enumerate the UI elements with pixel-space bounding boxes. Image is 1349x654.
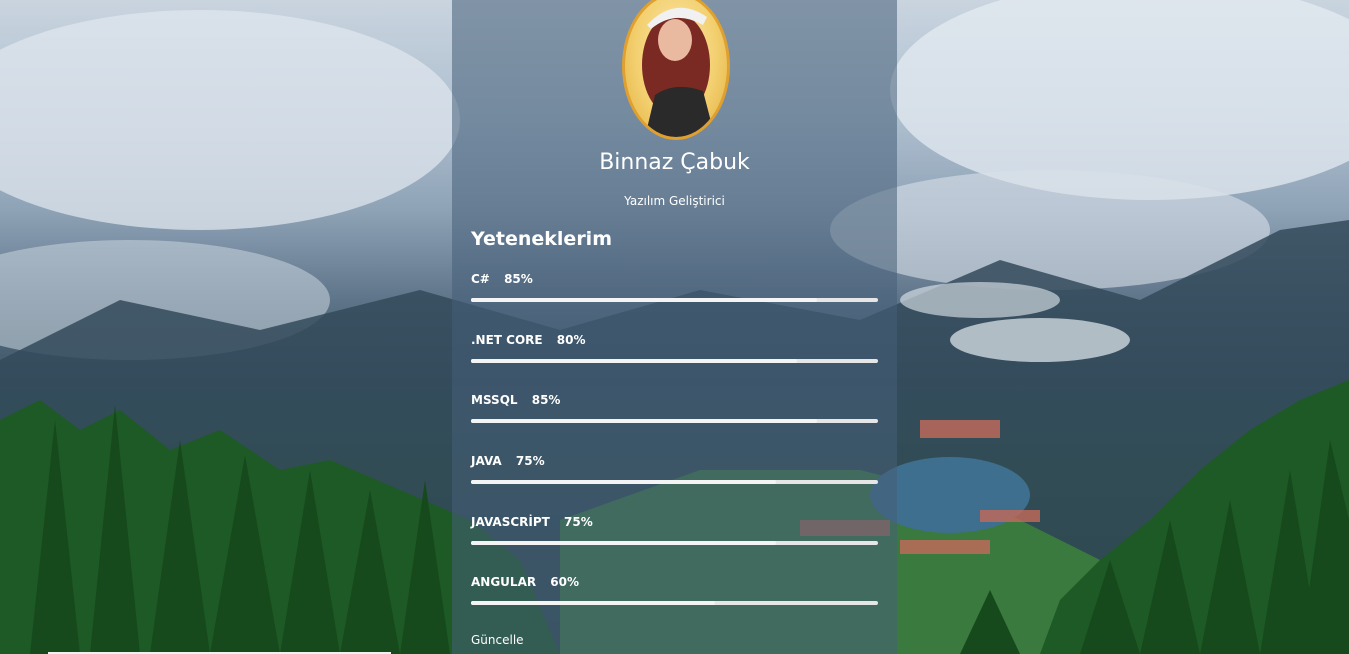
skill-percent: 75% (564, 515, 593, 529)
profile-role: Yazılım Geliştirici (624, 194, 725, 208)
skill-progress-fill (471, 419, 817, 423)
skill-progress-fill (471, 541, 777, 545)
skill-label: ANGULAR (471, 575, 537, 589)
skill-progress-bar (471, 541, 878, 545)
skill-progress-fill (471, 298, 817, 302)
skill-progress-bar (471, 601, 878, 605)
skill-percent: 85% (504, 272, 533, 286)
skills-title: Yeteneklerim (471, 228, 612, 250)
skill-percent: 60% (550, 575, 580, 589)
skill-label: MSSQL (471, 393, 518, 407)
skill-label: JAVA (471, 454, 502, 468)
skill-progress-fill (471, 359, 797, 363)
skill-progress-bar (471, 480, 878, 484)
skill-label: JAVASCRİPT (471, 515, 550, 529)
skill-label: .NET CORE (471, 333, 543, 347)
skill-item-net-core: .NET CORE 80% (471, 333, 878, 373)
skill-item-angular: ANGULAR 60% (471, 575, 878, 615)
profile-card: Binnaz Çabuk Yazılım Geliştirici Yetenek… (452, 0, 897, 654)
skill-progress-bar (471, 359, 878, 363)
skill-item-java: JAVA 75% (471, 454, 878, 494)
skill-label: C# (471, 272, 490, 286)
skill-percent: 75% (515, 454, 545, 468)
avatar (622, 0, 730, 140)
skill-percent: 85% (531, 393, 561, 407)
skill-progress-bar (471, 298, 878, 302)
profile-name: Binnaz Çabuk (599, 150, 750, 175)
skill-progress-fill (471, 480, 777, 484)
skill-progress-fill (471, 601, 716, 605)
skill-percent: 80% (556, 333, 586, 347)
skill-progress-bar (471, 419, 878, 423)
skill-item-mssql: MSSQL 85% (471, 393, 878, 433)
skill-item-javascript: JAVASCRİPT 75% (471, 515, 878, 555)
skill-item-csharp: C# 85% (471, 272, 878, 312)
update-link[interactable]: Güncelle (471, 633, 524, 647)
